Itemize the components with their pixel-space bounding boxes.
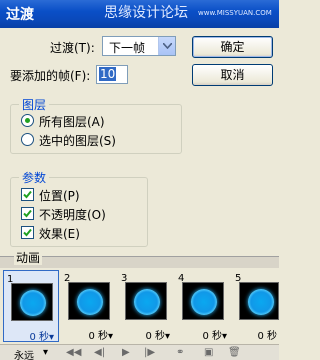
glow-ball-image xyxy=(134,289,160,315)
glow-ball-image xyxy=(77,289,103,315)
transition-value: 下一帧 xyxy=(109,41,146,55)
frame-delay[interactable]: 0 秒 xyxy=(257,327,277,342)
window-title: 过渡 xyxy=(6,7,34,23)
frame-1[interactable]: 1 0 秒▾ xyxy=(3,270,59,343)
glow-ball-image xyxy=(248,289,274,315)
frames-value: 10 xyxy=(99,67,117,81)
checkbox-checked-icon[interactable] xyxy=(21,188,34,201)
new-frame-icon[interactable]: ▣ xyxy=(204,347,213,358)
watermark-url: www.MISSYUAN.COM xyxy=(198,9,272,17)
glow-ball-image xyxy=(20,290,46,316)
play-icon[interactable]: ▶ xyxy=(122,347,130,358)
loop-select[interactable]: 永远 xyxy=(14,347,34,360)
frame-thumbnail xyxy=(182,282,224,320)
frame-thumbnail xyxy=(68,282,110,320)
prev-frame-icon[interactable]: ◀| xyxy=(94,347,105,358)
watermark-text: 思缘设计论坛 xyxy=(104,5,188,21)
layers-group: 图层 所有图层(A) 选中的图层(S) xyxy=(10,96,182,154)
glow-ball-image xyxy=(191,289,217,315)
frame-delay[interactable]: 0 秒▾ xyxy=(29,328,54,343)
frames-label: 要添加的帧(F): xyxy=(10,69,91,83)
radio-all-layers-label: 所有图层(A) xyxy=(39,115,105,129)
loop-dropdown-icon[interactable]: ▾ xyxy=(43,347,48,358)
frame-delay[interactable]: 0 秒▾ xyxy=(202,327,227,342)
first-frame-icon[interactable]: ◀◀ xyxy=(66,347,81,358)
checkbox-effects-label: 效果(E) xyxy=(39,227,80,241)
frame-delay[interactable]: 0 秒▾ xyxy=(88,327,113,342)
frame-thumbnail xyxy=(239,282,279,320)
radio-selected-layers-label: 选中的图层(S) xyxy=(39,134,116,148)
ok-button[interactable]: 确定 xyxy=(192,36,273,58)
checkbox-position-label: 位置(P) xyxy=(39,189,80,203)
params-group: 参数 位置(P) 不透明度(O) 效果(E) xyxy=(10,169,148,247)
next-frame-icon[interactable]: |▶ xyxy=(144,347,155,358)
frame-4[interactable]: 4 0 秒▾ xyxy=(175,270,231,342)
title-bar: 过渡 思缘设计论坛 www.MISSYUAN.COM xyxy=(0,0,279,28)
frame-thumbnail xyxy=(11,283,53,321)
radio-button[interactable] xyxy=(21,133,34,146)
frame-5[interactable]: 5 0 秒 xyxy=(232,270,279,342)
animation-tab[interactable]: 动画 xyxy=(0,252,279,268)
frame-3[interactable]: 3 0 秒▾ xyxy=(118,270,174,342)
animation-tab-label: 动画 xyxy=(14,251,43,265)
frame-delay[interactable]: 0 秒▾ xyxy=(145,327,170,342)
frame-thumbnail xyxy=(125,282,167,320)
dropdown-arrow-icon[interactable] xyxy=(158,37,175,55)
tween-dialog: 过渡(T): 下一帧 要添加的帧(F): 10 确定 取消 图层 所有图层(A)… xyxy=(0,28,279,256)
tween-icon[interactable]: ⚭ xyxy=(176,347,184,358)
transition-select[interactable]: 下一帧 xyxy=(102,36,176,56)
checkbox-opacity-label: 不透明度(O) xyxy=(39,208,106,222)
checkbox-checked-icon[interactable] xyxy=(21,207,34,220)
checkbox-checked-icon[interactable] xyxy=(21,226,34,239)
delete-frame-icon[interactable]: 🗑 xyxy=(228,347,241,358)
params-group-title: 参数 xyxy=(19,169,50,186)
radio-button-checked[interactable] xyxy=(21,114,34,127)
layers-group-title: 图层 xyxy=(19,96,50,113)
animation-controls: 永远 ▾ ◀◀ ◀| ▶ |▶ ⚭ ▣ 🗑 xyxy=(0,344,279,360)
cancel-button[interactable]: 取消 xyxy=(192,64,273,86)
frames-input[interactable]: 10 xyxy=(96,65,128,84)
transition-label: 过渡(T): xyxy=(50,41,95,55)
frame-2[interactable]: 2 0 秒▾ xyxy=(61,270,117,342)
